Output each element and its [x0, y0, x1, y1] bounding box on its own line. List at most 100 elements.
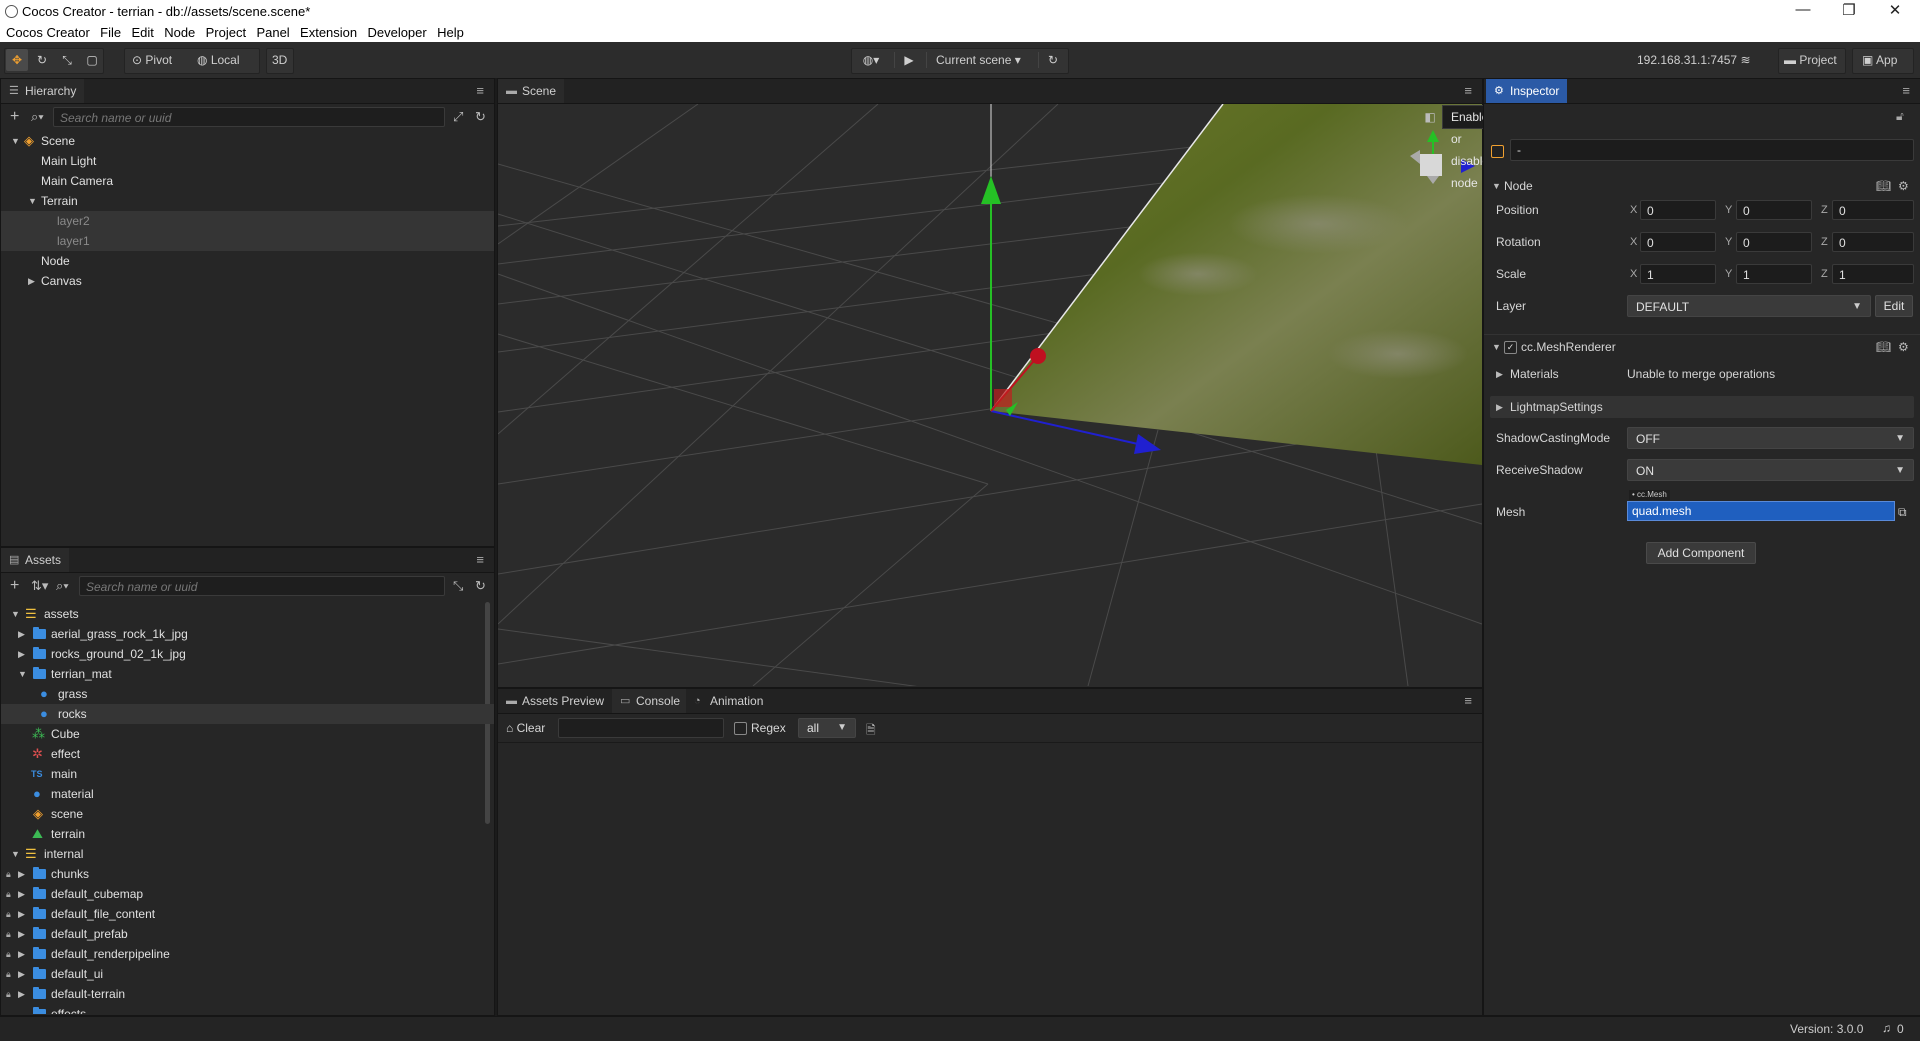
settings-gear-icon[interactable]: ⚙ [1898, 174, 1909, 198]
menu-panel[interactable]: Panel [256, 25, 289, 40]
position-z-input[interactable]: 0 [1832, 200, 1914, 220]
close-button[interactable]: ✕ [1872, 1, 1918, 19]
chevron-right-icon[interactable]: ▶ [18, 864, 25, 884]
asset-folder[interactable]: 🔒︎ ▶ default_ui [1, 964, 494, 984]
project-button[interactable]: ▬ Project [1784, 49, 1837, 71]
receive-shadow-select[interactable]: ON ▼ [1627, 459, 1914, 481]
rotation-x-input[interactable]: 0 [1640, 232, 1716, 252]
scale-z-input[interactable]: 1 [1832, 264, 1914, 284]
chevron-down-icon[interactable]: ▼ [11, 844, 20, 864]
chevron-right-icon[interactable]: ▶ [18, 904, 25, 924]
chevron-right-icon[interactable]: ▶ [18, 944, 25, 964]
asset-folder[interactable]: 🔒︎ ▶ default_prefab [1, 924, 494, 944]
add-component-button[interactable]: Add Component [1646, 542, 1756, 564]
tab-scene[interactable]: ▬ Scene [498, 79, 565, 103]
tree-node-scene[interactable]: ▼ ◈ Scene [1, 131, 494, 151]
local-button[interactable]: ◍ Local [197, 49, 240, 71]
rect-tool-icon[interactable]: ▢ [81, 49, 103, 71]
asset-folder[interactable]: 🔒︎ ▶ default-terrain [1, 984, 494, 1004]
asset-folder[interactable]: effects [1, 1004, 494, 1014]
component-enabled-checkbox[interactable]: ✓ [1504, 341, 1517, 354]
layer-edit-button[interactable]: Edit [1875, 295, 1913, 317]
asset-db-internal[interactable]: ▼ ☰ internal [1, 844, 494, 864]
app-button[interactable]: ▣ App [1862, 49, 1897, 71]
asset-material[interactable]: ● grass [1, 684, 494, 704]
menu-project[interactable]: Project [206, 25, 246, 40]
menu-extension[interactable]: Extension [300, 25, 357, 40]
asset-folder[interactable]: 🔒︎ ▶ chunks [1, 864, 494, 884]
tree-node-canvas[interactable]: ▶ Canvas [1, 271, 494, 291]
chevron-down-icon[interactable]: ▼ [18, 664, 27, 684]
tab-hierarchy[interactable]: ☰ Hierarchy [1, 79, 85, 103]
menu-help[interactable]: Help [437, 25, 464, 40]
chevron-right-icon[interactable]: ▶ [18, 624, 25, 644]
locate-asset-icon[interactable]: ⧉ [1898, 499, 1907, 525]
asset-folder[interactable]: 🔒︎ ▶ default_file_content [1, 904, 494, 924]
asset-material[interactable]: ● material [1, 784, 494, 804]
chevron-right-icon[interactable]: ▶ [28, 271, 35, 291]
position-x-input[interactable]: 0 [1640, 200, 1716, 220]
chevron-down-icon[interactable]: ▼ [11, 131, 20, 151]
chevron-right-icon[interactable]: ▶ [18, 884, 25, 904]
tree-node-layer2[interactable]: layer2 [1, 211, 494, 231]
layer-select[interactable]: DEFAULT ▼ [1627, 295, 1871, 317]
move-tool-icon[interactable]: ✥ [6, 49, 28, 71]
sort-icon[interactable]: ⇅▾ [31, 578, 48, 594]
search-icon[interactable]: ⌕▾ [56, 578, 69, 594]
tree-node-main-camera[interactable]: Main Camera [1, 171, 494, 191]
lock-icon[interactable]: 🔓︎ [1896, 109, 1904, 124]
maximize-button[interactable]: ❐ [1826, 1, 1872, 19]
asset-db-assets[interactable]: ▼ ☰ assets [1, 604, 494, 624]
platform-select-icon[interactable]: ◍▾ [857, 49, 885, 71]
asset-folder[interactable]: ▶ rocks_ground_02_1k_jpg [1, 644, 494, 664]
expand-all-icon[interactable]: ⤢ [453, 109, 463, 125]
tab-assets[interactable]: ▤ Assets [1, 548, 70, 572]
menu-cocos-creator[interactable]: Cocos Creator [6, 25, 90, 40]
rotation-z-input[interactable]: 0 [1832, 232, 1914, 252]
chevron-down-icon[interactable]: ▼ [1492, 335, 1501, 359]
menu-node[interactable]: Node [164, 25, 195, 40]
log-level-select[interactable]: all ▼ [798, 718, 856, 738]
tree-node-node[interactable]: Node [1, 251, 494, 271]
scale-x-input[interactable]: 1 [1640, 264, 1716, 284]
assets-menu-icon[interactable]: ≡ [476, 552, 484, 567]
open-log-file-icon[interactable]: 🗎︎ [866, 721, 876, 742]
scene-canvas[interactable] [498, 104, 1482, 686]
hierarchy-menu-icon[interactable]: ≡ [476, 83, 484, 98]
position-y-input[interactable]: 0 [1736, 200, 1812, 220]
mesh-asset-field[interactable]: quad.mesh [1627, 501, 1895, 521]
chevron-right-icon[interactable]: ▶ [18, 964, 25, 984]
tab-animation[interactable]: ◔ Animation [686, 689, 772, 713]
chevron-right-icon[interactable]: ▶ [1496, 396, 1503, 418]
tab-inspector[interactable]: ⚙ Inspector [1486, 79, 1568, 103]
pivot-button[interactable]: ⊙ Pivot [132, 49, 172, 71]
scale-tool-icon[interactable]: ⤡ [56, 49, 78, 71]
refresh-icon[interactable]: ↻ [475, 109, 486, 125]
node-section-header[interactable]: ▼ Node 📖︎ ⚙ [1484, 174, 1920, 198]
mode-3d-button[interactable]: 3D [272, 49, 287, 71]
chevron-right-icon[interactable]: ▶ [1496, 361, 1503, 387]
settings-gear-icon[interactable]: ⚙ [1898, 335, 1909, 359]
preview-ip-address[interactable]: 192.168.31.1:7457 ≋ [1637, 49, 1751, 71]
refresh-icon[interactable]: ↻ [475, 578, 486, 594]
node-active-checkbox[interactable] [1491, 145, 1504, 158]
node-name-input[interactable]: - [1510, 139, 1914, 161]
asset-material[interactable]: ● rocks [1, 704, 494, 724]
menu-file[interactable]: File [100, 25, 121, 40]
chevron-down-icon[interactable]: ▼ [28, 191, 37, 211]
notification-bell-icon[interactable]: ♫ [1882, 1021, 1891, 1035]
chevron-down-icon[interactable]: ▼ [11, 604, 20, 624]
menu-edit[interactable]: Edit [131, 25, 153, 40]
regex-checkbox[interactable] [734, 722, 747, 735]
materials-row[interactable]: ▶ Materials Unable to merge operations [1484, 361, 1920, 387]
tree-node-main-light[interactable]: Main Light [1, 151, 494, 171]
current-scene-select[interactable]: Current scene ▾ [936, 49, 1021, 71]
add-node-icon[interactable]: + [10, 108, 19, 126]
chevron-right-icon[interactable]: ▶ [18, 924, 25, 944]
help-doc-icon[interactable]: 📖︎ [1876, 174, 1891, 198]
console-menu-icon[interactable]: ≡ [1464, 693, 1472, 708]
chevron-right-icon[interactable]: ▶ [18, 984, 25, 1004]
tree-node-layer1[interactable]: layer1 [1, 231, 494, 251]
hierarchy-search-input[interactable]: Search name or uuid [53, 107, 445, 127]
shadow-casting-select[interactable]: OFF ▼ [1627, 427, 1914, 449]
